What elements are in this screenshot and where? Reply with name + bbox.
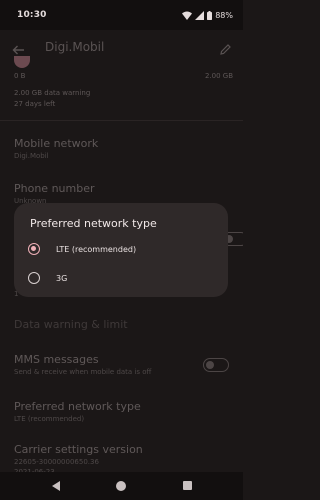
dialog-title: Preferred network type <box>30 217 157 230</box>
setting-mms[interactable]: MMS messages Send & receive when mobile … <box>14 353 229 376</box>
toggle-knob <box>206 360 214 369</box>
nav-back-icon[interactable] <box>52 481 60 491</box>
nav-recents-icon[interactable] <box>183 481 192 490</box>
battery-icon <box>207 10 213 20</box>
setting-phone-number[interactable]: Phone number Unknown <box>14 182 229 205</box>
nav-home-icon[interactable] <box>116 481 126 491</box>
radio-checked-icon <box>28 243 40 255</box>
setting-preferred-network[interactable]: Preferred network type LTE (recommended) <box>14 400 229 423</box>
setting-subtitle: LTE (recommended) <box>14 415 85 423</box>
setting-title: MMS messages <box>14 353 99 366</box>
radio-option-lte[interactable]: LTE (recommended) <box>28 240 136 258</box>
usage-days-left: 27 days left <box>14 100 56 108</box>
pencil-icon <box>219 40 231 59</box>
setting-subtitle: Send & receive when mobile data is off <box>14 368 152 376</box>
setting-title: Preferred network type <box>14 400 141 413</box>
setting-title: Carrier settings version <box>14 443 143 456</box>
wifi-icon <box>182 11 193 20</box>
navigation-bar <box>0 472 243 500</box>
setting-mobile-network[interactable]: Mobile network Digi.Mobil <box>14 137 229 160</box>
setting-title: Phone number <box>14 182 95 195</box>
screen: 10:30 88% Digi.Mobil 0 B 2.00 GB 2.00 GB… <box>0 0 243 500</box>
setting-title: Mobile network <box>14 137 99 150</box>
usage-warning: 2.00 GB data warning <box>14 89 91 97</box>
app-bar: Digi.Mobil <box>0 30 243 68</box>
network-type-dialog: Preferred network type LTE (recommended)… <box>14 203 228 297</box>
usage-max-label: 2.00 GB <box>204 72 233 80</box>
radio-unchecked-icon <box>28 272 40 284</box>
setting-data-warning[interactable]: Data warning & limit <box>14 318 128 331</box>
usage-min-label: 0 B <box>14 72 26 80</box>
status-icons: 88% <box>182 10 233 20</box>
radio-label: LTE (recommended) <box>56 244 137 254</box>
status-time: 10:30 <box>17 10 47 20</box>
status-bar: 10:30 88% <box>0 0 243 30</box>
edit-button[interactable] <box>215 39 235 59</box>
setting-subtitle: Digi.Mobil <box>14 152 49 160</box>
battery-percent: 88% <box>215 10 233 20</box>
radio-label: 3G <box>56 273 68 283</box>
setting-subtitle: 22605-30000000650.36 <box>14 458 99 466</box>
radio-option-3g[interactable]: 3G <box>28 269 67 287</box>
divider <box>0 120 243 121</box>
page-title: Digi.Mobil <box>45 40 105 54</box>
signal-icon <box>195 10 205 20</box>
mms-toggle[interactable] <box>203 358 229 372</box>
